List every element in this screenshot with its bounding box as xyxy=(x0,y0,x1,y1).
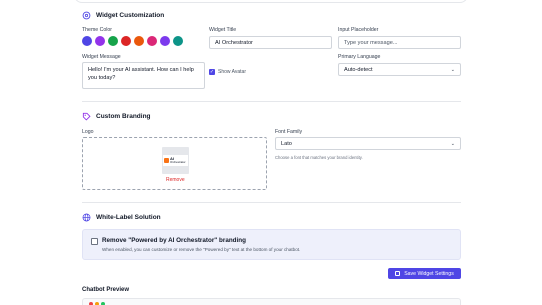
primary-language-label: Primary Language xyxy=(338,54,381,60)
save-icon xyxy=(395,271,401,276)
white-label-heading: White-Label Solution xyxy=(82,213,161,222)
checkbox-checked-icon[interactable]: ✓ xyxy=(209,69,215,75)
white-label-option[interactable]: Remove "Powered by AI Orchestrator" bran… xyxy=(82,229,461,260)
save-widget-settings-button[interactable]: Save Widget Settings xyxy=(388,268,461,279)
chevron-down-icon: ⌄ xyxy=(450,66,455,73)
tag-icon xyxy=(82,112,91,121)
logo-mark-icon xyxy=(164,158,169,163)
primary-language-value: Auto-detect xyxy=(344,66,373,73)
theme-color-picker xyxy=(82,36,183,46)
input-placeholder-label: Input Placeholder xyxy=(338,27,379,33)
palette-icon xyxy=(82,11,91,20)
theme-color-swatch[interactable] xyxy=(82,36,92,46)
theme-color-swatch[interactable] xyxy=(134,36,144,46)
remove-branding-checkbox[interactable] xyxy=(91,238,98,245)
font-family-value: Lato xyxy=(281,140,292,147)
widget-message-textarea[interactable]: Hello! I'm your AI assistant. How can I … xyxy=(82,62,205,89)
widget-message-label: Widget Message xyxy=(82,54,121,60)
primary-language-select[interactable]: Auto-detect ⌄ xyxy=(338,63,461,76)
globe-icon xyxy=(82,213,91,222)
logo-image: AI Orchestrator xyxy=(163,155,188,166)
widget-title-label: Widget Title xyxy=(209,27,237,33)
chatbot-preview-title: Chatbot Preview xyxy=(82,287,130,293)
widget-settings-panel: Widget Customization Theme Color Widget … xyxy=(74,0,468,305)
logo-label: Logo xyxy=(82,129,94,135)
theme-color-swatch[interactable] xyxy=(95,36,105,46)
remove-branding-description: When enabled, you can customize or remov… xyxy=(102,247,301,252)
widget-customization-heading: Widget Customization xyxy=(82,11,164,20)
font-family-hint: Choose a font that matches your brand id… xyxy=(275,155,363,160)
show-avatar-toggle[interactable]: ✓ Show Avatar xyxy=(209,69,246,75)
remove-logo-link[interactable]: Remove xyxy=(166,177,185,183)
section-divider xyxy=(82,101,461,102)
chatbot-preview-frame xyxy=(82,298,461,305)
theme-color-swatch[interactable] xyxy=(147,36,157,46)
theme-color-swatch[interactable] xyxy=(160,36,170,46)
theme-color-swatch[interactable] xyxy=(173,36,183,46)
input-placeholder-field[interactable]: Type your message... xyxy=(338,36,461,49)
logo-text-sub: Orchestrator xyxy=(170,160,186,164)
theme-color-swatch[interactable] xyxy=(121,36,131,46)
section-divider xyxy=(82,202,461,203)
show-avatar-label: Show Avatar xyxy=(218,69,246,75)
custom-branding-heading: Custom Branding xyxy=(82,112,151,121)
widget-title-input[interactable]: AI Orchestrator xyxy=(209,36,332,49)
logo-preview: AI Orchestrator xyxy=(162,147,189,174)
remove-branding-title: Remove "Powered by AI Orchestrator" bran… xyxy=(102,237,246,244)
theme-color-label: Theme Color xyxy=(82,27,112,33)
section-title-text: Widget Customization xyxy=(96,12,165,19)
font-family-label: Font Family xyxy=(275,129,303,135)
font-family-select[interactable]: Lato ⌄ xyxy=(275,137,461,150)
theme-color-swatch[interactable] xyxy=(108,36,118,46)
chevron-down-icon: ⌄ xyxy=(450,140,455,147)
logo-upload-dropzone[interactable]: AI Orchestrator Remove xyxy=(82,137,267,190)
section-title-text: Custom Branding xyxy=(96,113,151,120)
save-button-label: Save Widget Settings xyxy=(404,270,454,277)
section-title-text: White-Label Solution xyxy=(96,214,161,221)
